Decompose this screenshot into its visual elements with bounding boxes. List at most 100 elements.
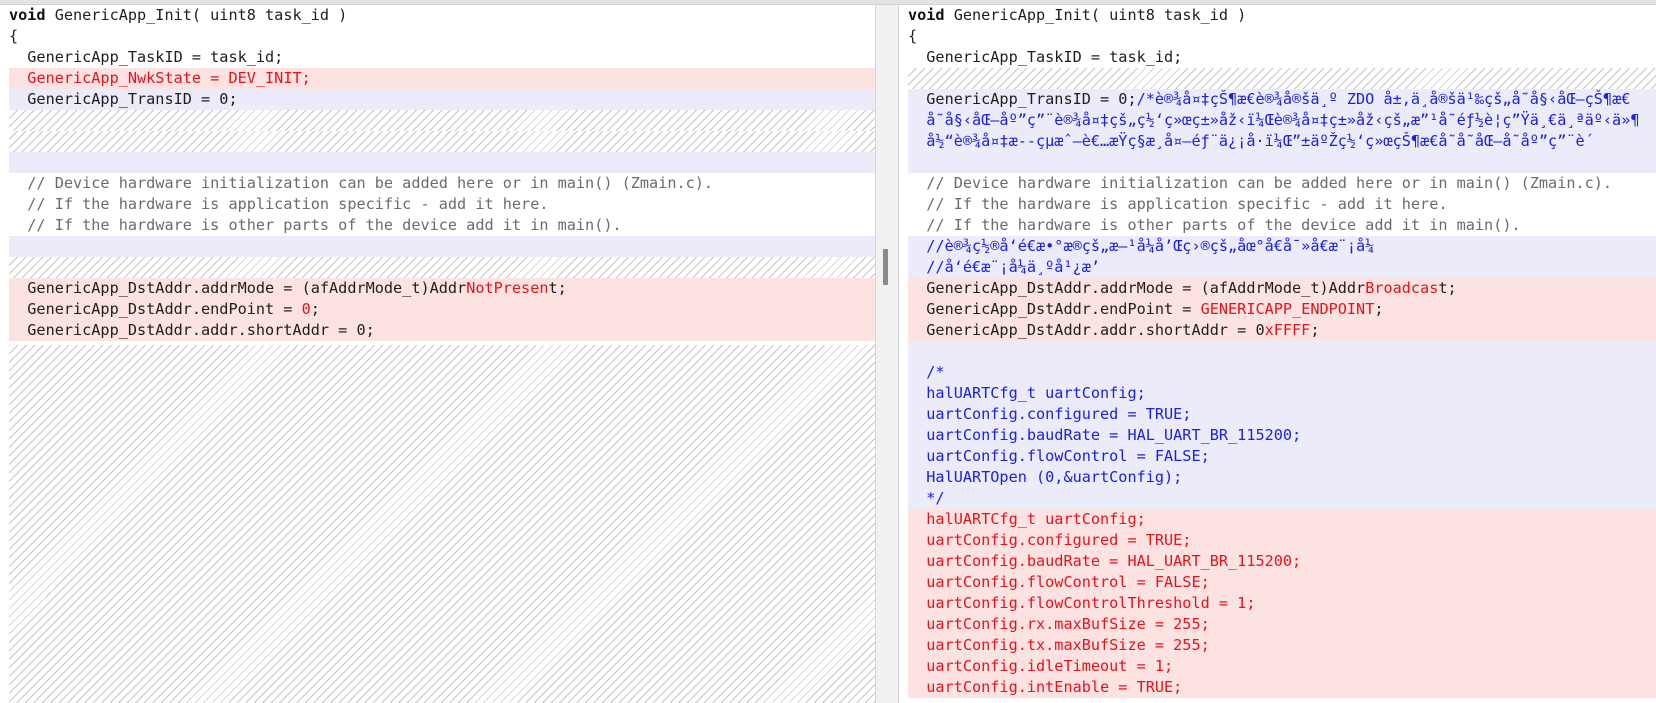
code-line[interactable] <box>899 341 1656 362</box>
code-line[interactable]: uartConfig.flowControl = FALSE; <box>899 572 1656 593</box>
placeholder-line <box>899 68 1656 89</box>
left-empty-hatched-area <box>9 345 875 703</box>
code-line[interactable]: // If the hardware is other parts of the… <box>0 215 875 236</box>
code-line[interactable]: uartConfig.intEnable = TRUE; <box>899 677 1656 698</box>
code-token: ; <box>1310 321 1320 339</box>
code-line[interactable]: halUARTCfg_t uartConfig; <box>899 383 1656 404</box>
code-token: uartConfig.intEnable = TRUE; <box>908 678 1183 696</box>
code-token: GenericApp_TaskID = task_id; <box>908 48 1183 66</box>
code-token: t; <box>548 279 567 297</box>
right-code-lines: void GenericApp_Init( uint8 task_id ){ G… <box>899 5 1656 698</box>
code-line[interactable]: GenericApp_DstAddr.endPoint = GENERICAPP… <box>899 299 1656 320</box>
code-token: uartConfig.flowControlThreshold = 1; <box>908 594 1256 612</box>
code-line[interactable]: // If the hardware is application specif… <box>0 194 875 215</box>
code-line[interactable]: /* <box>899 362 1656 383</box>
code-line[interactable]: GenericApp_TransID = 0;/*è®¾å¤‡çŠ¶æ€è®¾å… <box>899 89 1656 110</box>
right-diff-pane[interactable]: void GenericApp_Init( uint8 task_id ){ G… <box>899 5 1656 703</box>
code-token: xFFFF <box>1264 321 1311 339</box>
code-token: void <box>908 6 945 24</box>
code-line[interactable]: // Device hardware initialization can be… <box>0 173 875 194</box>
code-token: void <box>9 6 46 24</box>
code-line[interactable]: uartConfig.baudRate = HAL_UART_BR_115200… <box>899 425 1656 446</box>
code-token: t; <box>1438 279 1457 297</box>
code-token: // If the hardware is application specif… <box>9 195 549 213</box>
code-line[interactable]: */ <box>899 488 1656 509</box>
code-token: ; <box>1374 300 1384 318</box>
code-line[interactable] <box>0 152 875 173</box>
code-token: GenericApp_Init( uint8 task_id ) <box>944 6 1247 24</box>
code-line[interactable]: //è®¾ç½®å‘é€æ•°æ®çš„æ–¹å¼å’Œç›®çš„åœ°å€å… <box>899 236 1656 257</box>
code-token: */ <box>908 489 945 507</box>
code-token: HalUARTOpen (0,&uartConfig); <box>908 468 1183 486</box>
code-line[interactable]: å½“è®¾å¤‡æ--çµæˆ–è€…æŸç§æ¸å¤–éƒ¨ä¿¡å·ï¼Œ… <box>899 131 1656 152</box>
code-line[interactable]: GenericApp_TaskID = task_id; <box>899 47 1656 68</box>
code-token: GenericApp_DstAddr.addrMode = (afAddrMod… <box>908 279 1366 297</box>
code-line[interactable]: { <box>0 26 875 47</box>
code-token: uartConfig.baudRate = HAL_UART_BR_115200… <box>908 426 1302 444</box>
code-line[interactable]: å˜å§‹åŒ–åº”ç”¨è®¾å¤‡çš„ç½‘ç»œç±»åž‹ï¼Œè®… <box>899 110 1656 131</box>
code-token: 0 <box>301 300 311 318</box>
code-token: // Device hardware initialization can be… <box>9 174 714 192</box>
code-token: /*è®¾å¤‡çŠ¶æ€è®¾å®šä¸º ZDO å±‚ä¸­å®šä¹‰ç… <box>1136 90 1631 108</box>
code-line[interactable]: uartConfig.rx.maxBufSize = 255; <box>899 614 1656 635</box>
code-token: GenericApp_NwkState = DEV_INIT; <box>27 69 311 87</box>
code-token: uartConfig.configured = TRUE; <box>908 531 1192 549</box>
code-token: // If the hardware is other parts of the… <box>908 216 1521 234</box>
code-token: // If the hardware is application specif… <box>908 195 1448 213</box>
code-token: GenericApp_TaskID = task_id; <box>9 48 284 66</box>
code-line[interactable]: uartConfig.flowControlThreshold = 1; <box>899 593 1656 614</box>
code-line[interactable]: void GenericApp_Init( uint8 task_id ) <box>899 5 1656 26</box>
code-line[interactable]: uartConfig.configured = TRUE; <box>899 404 1656 425</box>
code-line[interactable]: GenericApp_DstAddr.addrMode = (afAddrMod… <box>899 278 1656 299</box>
code-line[interactable]: // Device hardware initialization can be… <box>899 173 1656 194</box>
code-token: GenericApp_DstAddr.endPoint = <box>908 300 1201 318</box>
splitter-handle[interactable] <box>883 249 888 285</box>
code-line[interactable]: // If the hardware is application specif… <box>899 194 1656 215</box>
code-token: uartConfig.flowControl = FALSE; <box>908 573 1210 591</box>
code-token: GENERICAPP_ENDPOINT <box>1200 300 1375 318</box>
code-line[interactable]: GenericApp_TransID = 0; <box>0 89 875 110</box>
code-line[interactable]: uartConfig.flowControl = FALSE; <box>899 446 1656 467</box>
code-line[interactable]: uartConfig.configured = TRUE; <box>899 530 1656 551</box>
pane-splitter[interactable] <box>875 5 899 703</box>
code-token: å˜å§‹åŒ–åº”ç”¨è®¾å¤‡çš„ç½‘ç»œç±»åž‹ï¼Œè®… <box>908 111 1640 129</box>
code-token: //å‘é€æ¨¡å¼ä¸ºå¹¿æ’­ <box>908 258 1101 276</box>
left-code-lines: void GenericApp_Init( uint8 task_id ){ G… <box>0 5 875 341</box>
code-token: uartConfig.configured = TRUE; <box>908 405 1192 423</box>
code-line[interactable]: GenericApp_NwkState = DEV_INIT; <box>0 68 875 89</box>
code-line[interactable]: halUARTCfg_t uartConfig; <box>899 509 1656 530</box>
code-token: GenericApp_Init( uint8 task_id ) <box>45 6 348 24</box>
code-line[interactable]: //å‘é€æ¨¡å¼ä¸ºå¹¿æ’­ <box>899 257 1656 278</box>
code-line[interactable]: GenericApp_DstAddr.addr.shortAddr = 0; <box>0 320 875 341</box>
code-token: halUARTCfg_t uartConfig; <box>908 510 1146 528</box>
code-line[interactable]: GenericApp_DstAddr.addrMode = (afAddrMod… <box>0 278 875 299</box>
code-line[interactable] <box>0 236 875 257</box>
code-token: GenericApp_DstAddr.addr.shortAddr = 0 <box>908 321 1265 339</box>
code-line[interactable]: uartConfig.baudRate = HAL_UART_BR_115200… <box>899 551 1656 572</box>
code-token: ; <box>310 300 320 318</box>
code-line[interactable]: uartConfig.tx.maxBufSize = 255; <box>899 635 1656 656</box>
code-token: // If the hardware is other parts of the… <box>9 216 622 234</box>
code-line[interactable]: GenericApp_DstAddr.addr.shortAddr = 0xFF… <box>899 320 1656 341</box>
code-line[interactable]: { <box>899 26 1656 47</box>
code-line[interactable]: HalUARTOpen (0,&uartConfig); <box>899 467 1656 488</box>
code-line[interactable]: uartConfig.idleTimeout = 1; <box>899 656 1656 677</box>
code-line[interactable]: void GenericApp_Init( uint8 task_id ) <box>0 5 875 26</box>
left-diff-pane[interactable]: void GenericApp_Init( uint8 task_id ){ G… <box>0 5 875 703</box>
code-token: GenericApp_TransID = 0; <box>908 90 1137 108</box>
code-line[interactable]: GenericApp_TaskID = task_id; <box>0 47 875 68</box>
code-token: Broadcas <box>1365 279 1439 297</box>
code-token: { <box>9 27 19 45</box>
code-line[interactable]: GenericApp_DstAddr.endPoint = 0; <box>0 299 875 320</box>
code-line[interactable]: // If the hardware is other parts of the… <box>899 215 1656 236</box>
code-token: uartConfig.tx.maxBufSize = 255; <box>908 636 1210 654</box>
placeholder-line <box>0 110 875 131</box>
code-token: uartConfig.rx.maxBufSize = 255; <box>908 615 1210 633</box>
code-token: NotPresen <box>466 279 549 297</box>
code-line[interactable] <box>899 152 1656 173</box>
code-token: /* <box>908 363 945 381</box>
code-token: { <box>908 27 918 45</box>
code-token: uartConfig.idleTimeout = 1; <box>908 657 1174 675</box>
placeholder-line <box>0 131 875 152</box>
